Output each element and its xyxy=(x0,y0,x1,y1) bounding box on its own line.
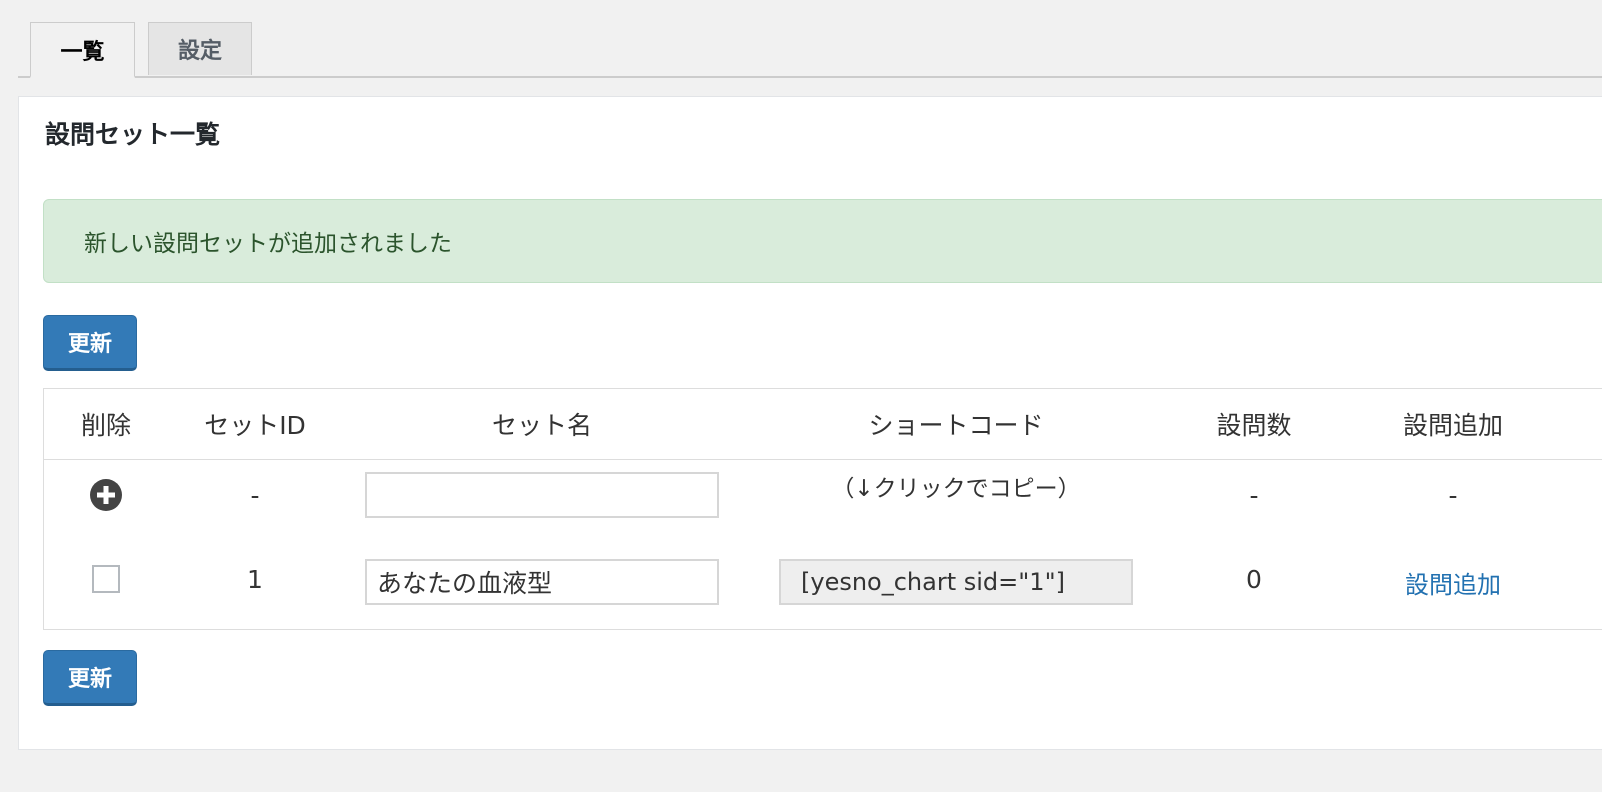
header-question-count: 設問数 xyxy=(1216,411,1292,440)
set-name-input[interactable] xyxy=(365,559,719,605)
tab-bar: 一覧 設定 xyxy=(18,20,1602,78)
header-delete: 削除 xyxy=(80,411,131,440)
tab-settings[interactable]: 設定 xyxy=(148,22,252,75)
plus-circle-icon[interactable] xyxy=(90,479,122,511)
table-header-row: 削除 セットID セット名 ショートコード 設問数 設問追加 xyxy=(44,389,1602,460)
new-row-add: - xyxy=(1448,480,1458,510)
new-row-add-cell xyxy=(44,461,168,529)
row-1-delete-cell xyxy=(44,545,168,613)
notice-message: 新しい設問セットが追加されました xyxy=(84,231,452,257)
page-title: 設問セット一覧 xyxy=(45,120,221,149)
copy-hint-text: （↓クリックでコピー） xyxy=(831,476,1081,502)
new-row-code-hint-cell: （↓クリックでコピー） xyxy=(742,461,1170,529)
header-set-name: セット名 xyxy=(491,411,592,440)
row-1-shortcode-cell: [yesno_chart sid="1"] xyxy=(742,545,1170,613)
update-button-top[interactable]: 更新 xyxy=(43,315,137,371)
header-shortcode: ショートコード xyxy=(868,411,1044,440)
main-panel: 設問セット一覧 新しい設問セットが追加されました 更新 削除 セットID セット… xyxy=(18,96,1602,750)
row-1-add-cell: 設問追加 xyxy=(1338,545,1568,613)
update-button-bottom[interactable]: 更新 xyxy=(43,650,137,706)
new-set-name-input[interactable] xyxy=(365,472,719,518)
question-set-table: 削除 セットID セット名 ショートコード 設問数 設問追加 - （↓クリックで… xyxy=(43,388,1602,630)
new-row-name-cell xyxy=(342,461,742,529)
header-add-question: 設問追加 xyxy=(1402,411,1503,440)
delete-checkbox[interactable] xyxy=(92,565,120,593)
success-notice: 新しい設問セットが追加されました xyxy=(43,199,1602,283)
tab-list[interactable]: 一覧 xyxy=(30,22,135,78)
row-1-id: 1 xyxy=(247,565,263,594)
shortcode-copy-box[interactable]: [yesno_chart sid="1"] xyxy=(779,559,1133,605)
row-1-name-cell xyxy=(342,545,742,613)
header-set-id: セットID xyxy=(204,411,306,440)
add-question-link[interactable]: 設問追加 xyxy=(1405,565,1501,600)
new-row-id: - xyxy=(250,480,260,510)
new-row-count: - xyxy=(1249,480,1259,510)
row-1-count: 0 xyxy=(1246,565,1262,594)
